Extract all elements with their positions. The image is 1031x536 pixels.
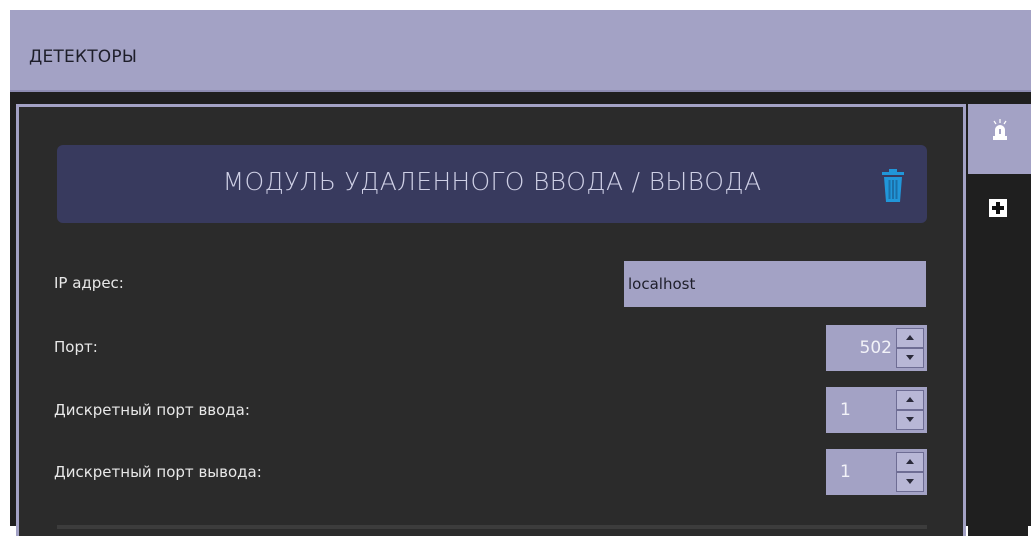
chevron-down-icon — [906, 479, 914, 484]
input-port-decrement-button[interactable] — [896, 410, 924, 430]
tab-detector[interactable] — [968, 104, 1031, 174]
port-label: Порт: — [54, 338, 98, 356]
output-port-label: Дискретный порт вывода: — [54, 463, 262, 481]
chevron-down-icon — [906, 417, 914, 422]
plus-icon[interactable] — [989, 199, 1007, 217]
chevron-up-icon — [906, 459, 914, 464]
add-detector-tab — [968, 174, 1028, 536]
chevron-down-icon — [906, 355, 914, 360]
input-port-value[interactable]: 1 — [826, 387, 892, 433]
port-increment-button[interactable] — [896, 328, 924, 348]
output-port-decrement-button[interactable] — [896, 472, 924, 492]
chevron-up-icon — [906, 397, 914, 402]
trash-icon[interactable] — [879, 169, 907, 203]
header-bar: ДЕТЕКТОРЫ — [10, 10, 1031, 92]
page-title: ДЕТЕКТОРЫ — [29, 47, 138, 67]
port-decrement-button[interactable] — [896, 348, 924, 368]
output-port-value[interactable]: 1 — [826, 449, 892, 495]
app-window: ДЕТЕКТОРЫ МОДУЛЬ УДАЛЕННОГО ВВОДА / ВЫВО… — [10, 10, 1031, 536]
port-spinbox[interactable]: 502 — [826, 325, 927, 371]
input-port-spinbox[interactable]: 1 — [826, 387, 927, 433]
output-port-spinbox[interactable]: 1 — [826, 449, 927, 495]
module-title: МОДУЛЬ УДАЛЕННОГО ВВОДА / ВЫВОДА — [222, 167, 762, 196]
output-port-increment-button[interactable] — [896, 452, 924, 472]
alarm-beacon-icon — [993, 119, 1007, 140]
ip-address-label: IP адрес: — [54, 274, 124, 292]
chevron-up-icon — [906, 335, 914, 340]
port-value[interactable]: 502 — [826, 325, 892, 371]
ip-address-input[interactable]: localhost — [624, 261, 926, 307]
detector-panel: МОДУЛЬ УДАЛЕННОГО ВВОДА / ВЫВОДА IP адре… — [16, 104, 966, 536]
input-port-increment-button[interactable] — [896, 390, 924, 410]
module-card: МОДУЛЬ УДАЛЕННОГО ВВОДА / ВЫВОДА — [57, 145, 927, 223]
input-port-label: Дискретный порт ввода: — [54, 401, 250, 419]
